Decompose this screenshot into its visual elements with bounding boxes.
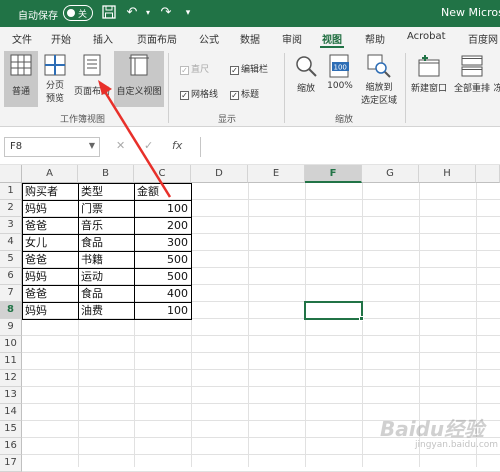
annotation-arrow: [98, 80, 172, 198]
